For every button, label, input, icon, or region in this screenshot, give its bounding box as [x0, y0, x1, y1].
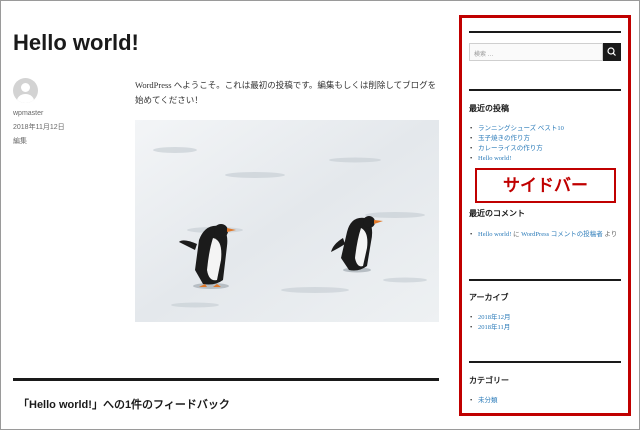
avatar[interactable]	[13, 78, 38, 103]
post-title[interactable]: Hello world!	[13, 30, 139, 56]
comments-divider	[13, 378, 439, 381]
post-date[interactable]: 2018年11月12日	[13, 123, 123, 132]
post-image	[135, 120, 439, 322]
penguins-photo	[135, 120, 439, 322]
entry-meta: wpmaster 2018年11月12日 編集	[13, 78, 123, 146]
comments-title: 「Hello world!」への1件のフィードバック	[18, 399, 230, 411]
post-body-text: WordPress へようこそ。これは最初の投稿です。編集もしくは削除してブログ…	[135, 80, 437, 105]
sidebar-highlight-box	[459, 15, 631, 416]
sidebar-annotation-label: サイドバー	[475, 168, 616, 203]
entry-content: WordPress へようこそ。これは最初の投稿です。編集もしくは削除してブログ…	[135, 78, 439, 108]
post-author[interactable]: wpmaster	[13, 109, 123, 118]
edit-link[interactable]: 編集	[13, 137, 123, 146]
main-content: Hello world! wpmaster 2018年11月12日 編集 Wor…	[13, 0, 439, 430]
